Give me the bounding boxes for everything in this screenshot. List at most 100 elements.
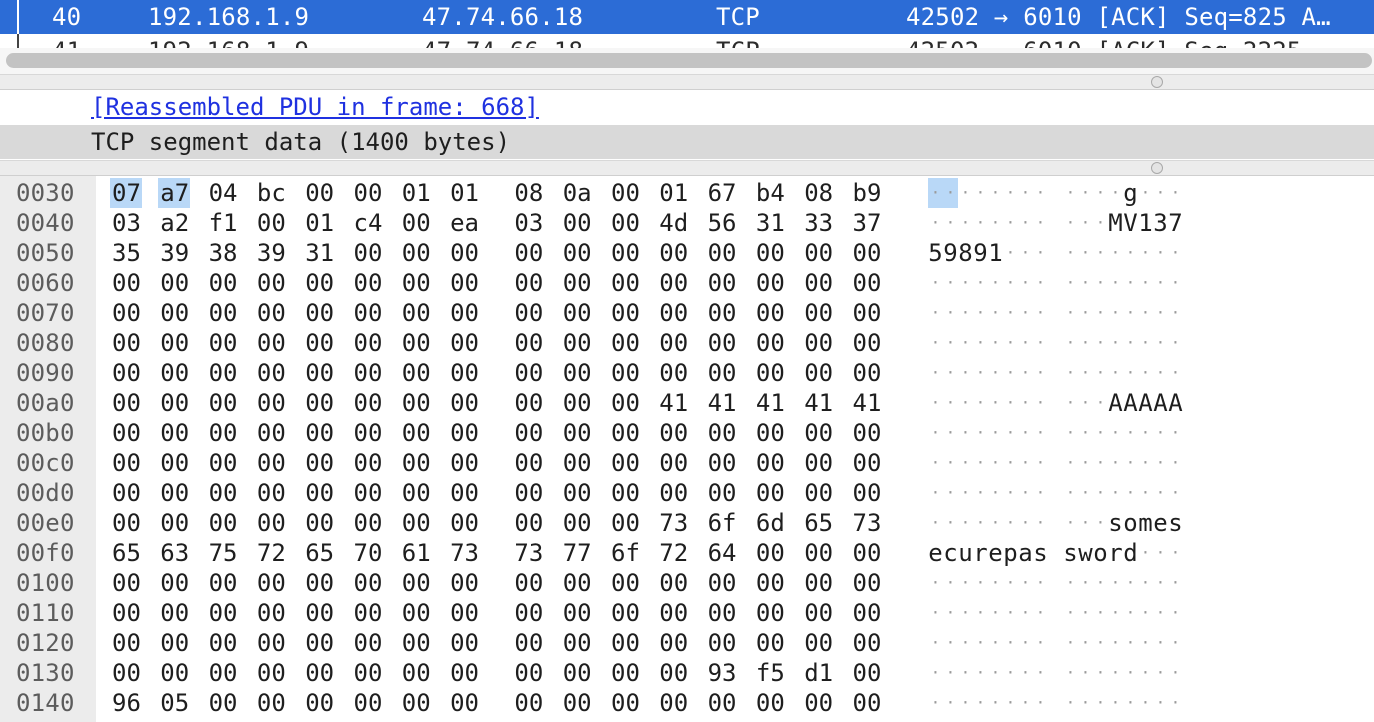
hex-byte[interactable]: 00 [257, 328, 287, 358]
ascii-char[interactable]: · [988, 688, 1003, 718]
hex-byte[interactable]: 00 [257, 478, 287, 508]
ascii-char[interactable]: · [943, 418, 958, 448]
hex-byte[interactable]: 00 [450, 328, 480, 358]
ascii-char[interactable]: · [1063, 508, 1078, 538]
hex-byte[interactable]: 00 [354, 268, 384, 298]
ascii-char[interactable]: · [1063, 418, 1078, 448]
hex-byte[interactable]: 35 [112, 238, 142, 268]
ascii-char[interactable]: · [958, 568, 973, 598]
ascii-char[interactable]: · [1123, 598, 1138, 628]
hex-byte[interactable]: 00 [305, 598, 335, 628]
ascii-char[interactable]: 3 [1153, 208, 1168, 238]
hex-byte[interactable]: 00 [563, 418, 593, 448]
detail-reassembled-pdu[interactable]: [Reassembled PDU in frame: 668] [0, 90, 1374, 124]
ascii-char[interactable]: · [1033, 418, 1048, 448]
hex-byte[interactable]: 33 [804, 208, 834, 238]
ascii-char[interactable]: 1 [988, 238, 1003, 268]
hex-byte[interactable]: 00 [112, 448, 142, 478]
ascii-char[interactable]: · [1168, 328, 1183, 358]
hex-byte[interactable]: 00 [209, 688, 239, 718]
hex-byte[interactable]: 00 [611, 268, 641, 298]
hex-byte[interactable]: f5 [756, 658, 786, 688]
hex-byte[interactable]: 00 [563, 568, 593, 598]
hex-row[interactable]: 0060 00 · 00 · 00 · 00 · 00 · 00 · 00 · 00 · 00 · 00 · 00 · 00 ·… [0, 268, 1374, 298]
ascii-char[interactable]: · [1018, 508, 1033, 538]
hex-byte[interactable]: 00 [514, 268, 544, 298]
hex-byte[interactable]: 00 [611, 628, 641, 658]
ascii-char[interactable]: · [958, 478, 973, 508]
hex-byte[interactable]: 00 [563, 328, 593, 358]
ascii-char[interactable]: · [1153, 238, 1168, 268]
hex-byte[interactable]: 00 [305, 508, 335, 538]
ascii-char[interactable]: 9 [973, 238, 988, 268]
hex-byte[interactable]: 00 [611, 598, 641, 628]
ascii-char[interactable]: · [958, 328, 973, 358]
ascii-char[interactable]: A [1153, 388, 1168, 418]
ascii-char[interactable]: · [973, 508, 988, 538]
hex-byte[interactable]: 73 [450, 538, 480, 568]
hex-byte[interactable]: 00 [257, 508, 287, 538]
hex-byte[interactable]: 00 [853, 478, 883, 508]
hex-byte[interactable]: 37 [853, 208, 883, 238]
hex-byte[interactable]: 00 [209, 478, 239, 508]
hex-byte[interactable]: 00 [257, 568, 287, 598]
hex-byte[interactable]: 00 [305, 448, 335, 478]
hex-byte[interactable]: 00 [112, 298, 142, 328]
ascii-char[interactable]: · [988, 298, 1003, 328]
hex-byte[interactable]: 00 [112, 358, 142, 388]
ascii-char[interactable]: · [1153, 298, 1168, 328]
hex-byte[interactable]: 00 [708, 448, 738, 478]
ascii-char[interactable]: · [1033, 358, 1048, 388]
ascii-char[interactable]: · [973, 658, 988, 688]
ascii-char[interactable]: s [1033, 538, 1048, 568]
hex-byte[interactable]: 00 [756, 538, 786, 568]
hex-byte[interactable]: 72 [659, 538, 689, 568]
ascii-char[interactable]: · [1153, 418, 1168, 448]
ascii-char[interactable]: · [1033, 658, 1048, 688]
detail-tcp-segment-data[interactable]: TCP segment data (1400 bytes) [0, 125, 1374, 159]
hex-byte[interactable]: bc [257, 178, 287, 208]
ascii-char[interactable]: · [1153, 358, 1168, 388]
hex-byte[interactable]: 00 [112, 658, 142, 688]
hex-byte[interactable]: 41 [708, 388, 738, 418]
ascii-char[interactable]: · [1018, 568, 1033, 598]
hex-byte[interactable]: 00 [257, 358, 287, 388]
ascii-char[interactable]: · [1078, 268, 1093, 298]
hex-row[interactable]: 0030 07 · a7 · 04 · bc · 00 · 00 · 01 · 01 · 08 · 0a · 00 · 01 ·… [0, 178, 1374, 208]
ascii-char[interactable]: · [1033, 478, 1048, 508]
hex-byte[interactable]: 04 [209, 178, 239, 208]
ascii-char[interactable]: · [1003, 418, 1018, 448]
hex-byte[interactable]: 00 [402, 298, 432, 328]
hex-byte[interactable]: 00 [257, 688, 287, 718]
hex-byte[interactable]: 73 [514, 538, 544, 568]
ascii-char[interactable]: A [1168, 388, 1183, 418]
ascii-char[interactable]: o [1093, 538, 1108, 568]
hex-byte[interactable]: 00 [804, 598, 834, 628]
hex-byte[interactable]: 00 [611, 208, 641, 238]
ascii-char[interactable]: · [943, 358, 958, 388]
hex-byte[interactable]: 00 [354, 448, 384, 478]
ascii-char[interactable]: · [1093, 478, 1108, 508]
hex-byte[interactable]: 00 [354, 298, 384, 328]
hex-row[interactable]: 0090 00 · 00 · 00 · 00 · 00 · 00 · 00 · 00 · 00 · 00 · 00 · 00 ·… [0, 358, 1374, 388]
hex-byte[interactable]: 00 [514, 598, 544, 628]
hex-byte[interactable]: 00 [659, 358, 689, 388]
ascii-char[interactable]: · [1168, 448, 1183, 478]
ascii-char[interactable]: r [1108, 538, 1123, 568]
hex-byte[interactable]: 6f [611, 538, 641, 568]
ascii-char[interactable]: · [1033, 568, 1048, 598]
ascii-char[interactable]: · [1078, 688, 1093, 718]
hex-byte[interactable]: 00 [402, 628, 432, 658]
ascii-char[interactable]: · [973, 178, 988, 208]
ascii-char[interactable]: · [1138, 688, 1153, 718]
hex-byte[interactable]: 01 [305, 208, 335, 238]
ascii-char[interactable]: · [1138, 478, 1153, 508]
hex-byte[interactable]: 00 [112, 568, 142, 598]
ascii-char[interactable]: · [1153, 658, 1168, 688]
hex-byte[interactable]: 00 [160, 478, 190, 508]
ascii-char[interactable]: · [1078, 178, 1093, 208]
ascii-char[interactable]: c [943, 538, 958, 568]
ascii-char[interactable]: · [988, 418, 1003, 448]
ascii-char[interactable]: · [988, 658, 1003, 688]
hex-byte[interactable]: 00 [305, 478, 335, 508]
